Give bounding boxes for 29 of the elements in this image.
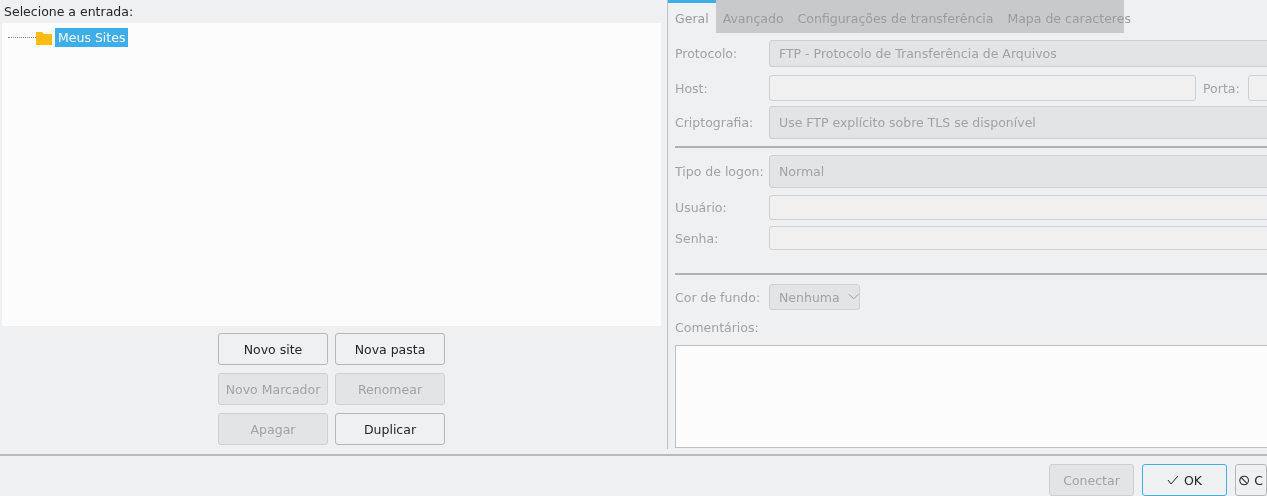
input-field[interactable] (769, 195, 1267, 220)
site-button[interactable]: Duplicar (335, 413, 445, 445)
folder-icon (36, 30, 52, 45)
dropdown[interactable]: FTP - Protocolo de Transferência de Arquivos (769, 40, 1267, 67)
comments-field[interactable] (675, 345, 1267, 448)
input-field[interactable] (769, 75, 1196, 101)
field-label: Host: (675, 80, 709, 96)
site-button[interactable]: Novo site (218, 333, 328, 365)
field-label: Cor de fundo: (675, 289, 762, 305)
check-icon (1166, 475, 1179, 485)
tab[interactable]: Geral (668, 0, 716, 33)
cancel-button[interactable]: C (1235, 464, 1267, 496)
field-label: Senha: (675, 230, 720, 246)
site-button[interactable]: Nova pasta (335, 333, 445, 365)
tree-item[interactable]: Meus Sites (55, 28, 129, 47)
dropdown[interactable]: Use FTP explícito sobre TLS se disponível (769, 106, 1267, 139)
field-label: Porta: (1203, 80, 1240, 96)
input-field[interactable] (769, 226, 1267, 250)
dropdown[interactable]: Nenhuma (769, 284, 860, 310)
cancel-icon (1239, 473, 1250, 487)
field-label: Usuário: (675, 200, 728, 215)
field-label: Comentários: (675, 319, 759, 335)
dropdown[interactable]: Normal (769, 155, 1267, 188)
field-label: Protocolo: (675, 46, 739, 61)
ok-button[interactable]: OK (1142, 464, 1227, 496)
chevron-down-icon (847, 293, 859, 301)
tree-label: Selecione a entrada: (3, 3, 135, 21)
field-label: Criptografia: (675, 115, 755, 130)
field-label: Tipo de logon: (675, 164, 765, 179)
